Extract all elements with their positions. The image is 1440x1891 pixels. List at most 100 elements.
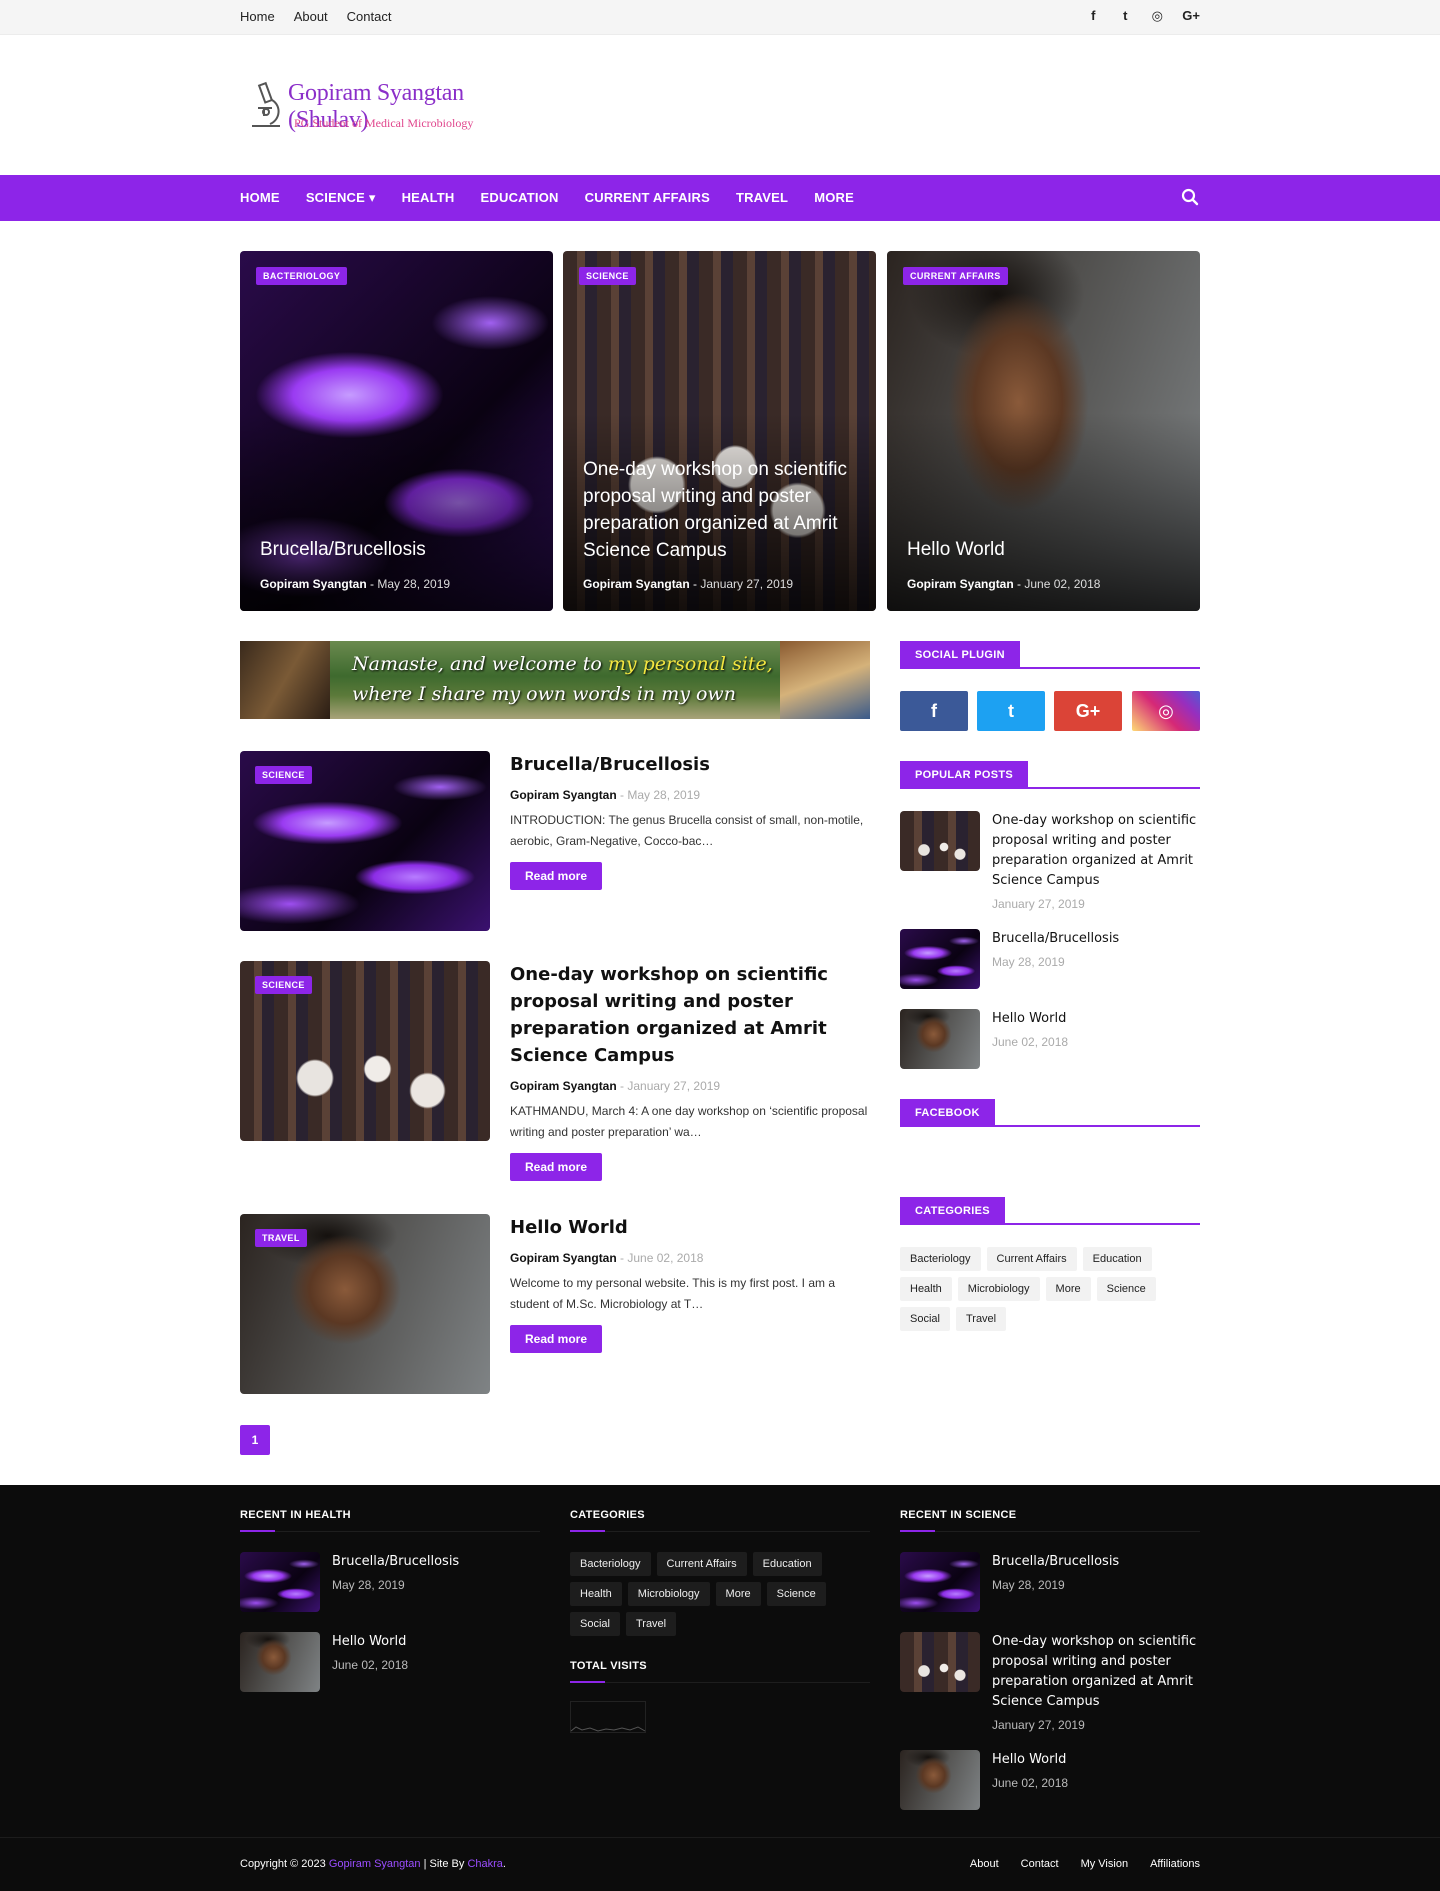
category-label[interactable]: Social: [900, 1307, 950, 1331]
nav-science[interactable]: SCIENCE ▾: [306, 190, 376, 206]
popular-thumbnail[interactable]: [900, 929, 980, 989]
footer-post-title[interactable]: Brucella/Brucellosis: [332, 1554, 459, 1569]
category-label[interactable]: Bacteriology: [900, 1247, 981, 1271]
instagram-icon[interactable]: ◎: [1150, 8, 1164, 24]
footer-post-thumbnail[interactable]: [900, 1552, 980, 1612]
facebook-icon[interactable]: f: [1086, 8, 1100, 24]
top-link-home[interactable]: Home: [240, 9, 275, 24]
post-meta: Gopiram Syangtan - May 28, 2019: [510, 788, 701, 802]
footer-post-title[interactable]: One-day workshop on scientific proposal …: [992, 1634, 1196, 1709]
popular-date: January 27, 2019: [992, 897, 1085, 911]
footer-post-thumbnail[interactable]: [240, 1552, 320, 1612]
copyright: Copyright © 2023 Gopiram Syangtan | Site…: [240, 1858, 506, 1870]
post-thumbnail[interactable]: SCIENCE: [240, 751, 490, 931]
bottom-bar: Copyright © 2023 Gopiram Syangtan | Site…: [0, 1837, 1440, 1891]
category-label[interactable]: Travel: [955, 1307, 1007, 1331]
top-link-about[interactable]: About: [294, 9, 328, 24]
nav-home[interactable]: HOME: [240, 190, 280, 206]
footer-post-date: May 28, 2019: [992, 1578, 1065, 1592]
category-label[interactable]: Education: [1082, 1247, 1152, 1271]
nav-more[interactable]: MORE: [814, 190, 854, 206]
category-label[interactable]: Social: [570, 1612, 620, 1636]
category-label[interactable]: Current Affairs: [986, 1247, 1077, 1271]
footer-categories: CATEGORIES Bacteriology Current Affairs …: [570, 1509, 870, 1733]
banner-line-2: where I share my own words in my own way…: [352, 683, 736, 719]
popular-title[interactable]: One-day workshop on scientific proposal …: [992, 813, 1196, 888]
twitter-icon[interactable]: t: [1118, 8, 1132, 24]
category-label[interactable]: Health: [900, 1277, 952, 1301]
featured-post-2[interactable]: SCIENCE One-day workshop on scientific p…: [563, 251, 876, 611]
instagram-icon[interactable]: ◎: [1132, 691, 1200, 731]
google-plus-icon[interactable]: G+: [1054, 691, 1122, 731]
post-title[interactable]: Brucella/Brucellosis: [510, 751, 870, 778]
featured-tag[interactable]: SCIENCE: [579, 267, 636, 285]
popular-thumbnail[interactable]: [900, 811, 980, 871]
popular-title[interactable]: Brucella/Brucellosis: [992, 931, 1119, 946]
category-label[interactable]: More: [1045, 1277, 1091, 1301]
popular-title[interactable]: Hello World: [992, 1011, 1066, 1026]
category-label[interactable]: Education: [752, 1552, 822, 1576]
footer-post-thumbnail[interactable]: [900, 1750, 980, 1810]
featured-title[interactable]: Brucella/Brucellosis: [260, 536, 537, 563]
featured-tag[interactable]: BACTERIOLOGY: [256, 267, 348, 285]
post-title[interactable]: Hello World: [510, 1214, 870, 1241]
post-tag[interactable]: SCIENCE: [255, 766, 312, 784]
footer-link-affiliations[interactable]: Affiliations: [1150, 1858, 1200, 1870]
footer-links: About Contact My Vision Affiliations: [970, 1858, 1200, 1870]
featured-title[interactable]: Hello World: [907, 536, 1184, 563]
category-label[interactable]: Microbiology: [957, 1277, 1040, 1301]
featured-author: Gopiram Syangtan: [907, 577, 1014, 591]
logo-subtitle: PG Student of Medical Microbiology: [294, 116, 474, 130]
featured-post-1[interactable]: BACTERIOLOGY Brucella/Brucellosis Gopira…: [240, 251, 553, 611]
featured-tag[interactable]: CURRENT AFFAIRS: [903, 267, 1008, 285]
copyright-prefix: Copyright © 2023: [240, 1858, 326, 1870]
pagination-page-1[interactable]: 1: [240, 1425, 270, 1455]
post-tag[interactable]: SCIENCE: [255, 976, 312, 994]
nav-education[interactable]: EDUCATION: [481, 190, 559, 206]
footer-widget-title: RECENT IN HEALTH: [240, 1509, 540, 1532]
facebook-icon[interactable]: f: [900, 691, 968, 731]
post-tag[interactable]: TRAVEL: [255, 1229, 307, 1247]
nav-current-affairs[interactable]: CURRENT AFFAIRS: [585, 190, 710, 206]
category-label[interactable]: Bacteriology: [570, 1552, 651, 1576]
footer-post-title[interactable]: Brucella/Brucellosis: [992, 1554, 1119, 1569]
category-label[interactable]: Microbiology: [627, 1582, 710, 1606]
post-thumbnail[interactable]: SCIENCE: [240, 961, 490, 1141]
footer-link-about[interactable]: About: [970, 1858, 999, 1870]
post-meta: Gopiram Syangtan - January 27, 2019: [510, 1079, 721, 1093]
post-title[interactable]: One-day workshop on scientific proposal …: [510, 961, 870, 1069]
footer-link-my-vision[interactable]: My Vision: [1081, 1858, 1128, 1870]
featured-post-3[interactable]: CURRENT AFFAIRS Hello World Gopiram Syan…: [887, 251, 1200, 611]
category-labels: Bacteriology Current Affairs Education H…: [900, 1247, 1200, 1331]
category-label[interactable]: Current Affairs: [656, 1552, 747, 1576]
featured-meta: Gopiram Syangtan - January 27, 2019: [583, 577, 794, 591]
read-more-button[interactable]: Read more: [510, 862, 603, 890]
top-link-contact[interactable]: Contact: [347, 9, 392, 24]
category-label[interactable]: More: [715, 1582, 761, 1606]
footer-post-thumbnail[interactable]: [240, 1632, 320, 1692]
popular-thumbnail[interactable]: [900, 1009, 980, 1069]
top-bar: Home About Contact f t ◎ G+: [0, 0, 1440, 35]
google-plus-icon[interactable]: G+: [1182, 8, 1200, 24]
read-more-button[interactable]: Read more: [510, 1153, 603, 1181]
footer-post-thumbnail[interactable]: [900, 1632, 980, 1692]
footer-link-contact[interactable]: Contact: [1021, 1858, 1059, 1870]
read-more-button[interactable]: Read more: [510, 1325, 603, 1353]
post-thumbnail[interactable]: TRAVEL: [240, 1214, 490, 1394]
category-label[interactable]: Travel: [625, 1612, 677, 1636]
footer-post-title[interactable]: Hello World: [332, 1634, 406, 1649]
category-label[interactable]: Science: [1096, 1277, 1156, 1301]
featured-title[interactable]: One-day workshop on scientific proposal …: [583, 456, 860, 564]
copyright-site-link[interactable]: Chakra: [467, 1858, 502, 1870]
featured-date: May 28, 2019: [377, 577, 451, 591]
search-icon[interactable]: [1180, 187, 1200, 207]
nav-health[interactable]: HEALTH: [402, 190, 455, 206]
post-body: One-day workshop on scientific proposal …: [510, 961, 870, 1181]
site-logo[interactable]: Gopiram Syangtan (Shulav) PG Student of …: [246, 78, 496, 134]
twitter-icon[interactable]: t: [977, 691, 1045, 731]
nav-travel[interactable]: TRAVEL: [736, 190, 788, 206]
footer-post-title[interactable]: Hello World: [992, 1752, 1066, 1767]
category-label[interactable]: Health: [570, 1582, 622, 1606]
copyright-author-link[interactable]: Gopiram Syangtan: [329, 1858, 421, 1870]
category-label[interactable]: Science: [766, 1582, 826, 1606]
